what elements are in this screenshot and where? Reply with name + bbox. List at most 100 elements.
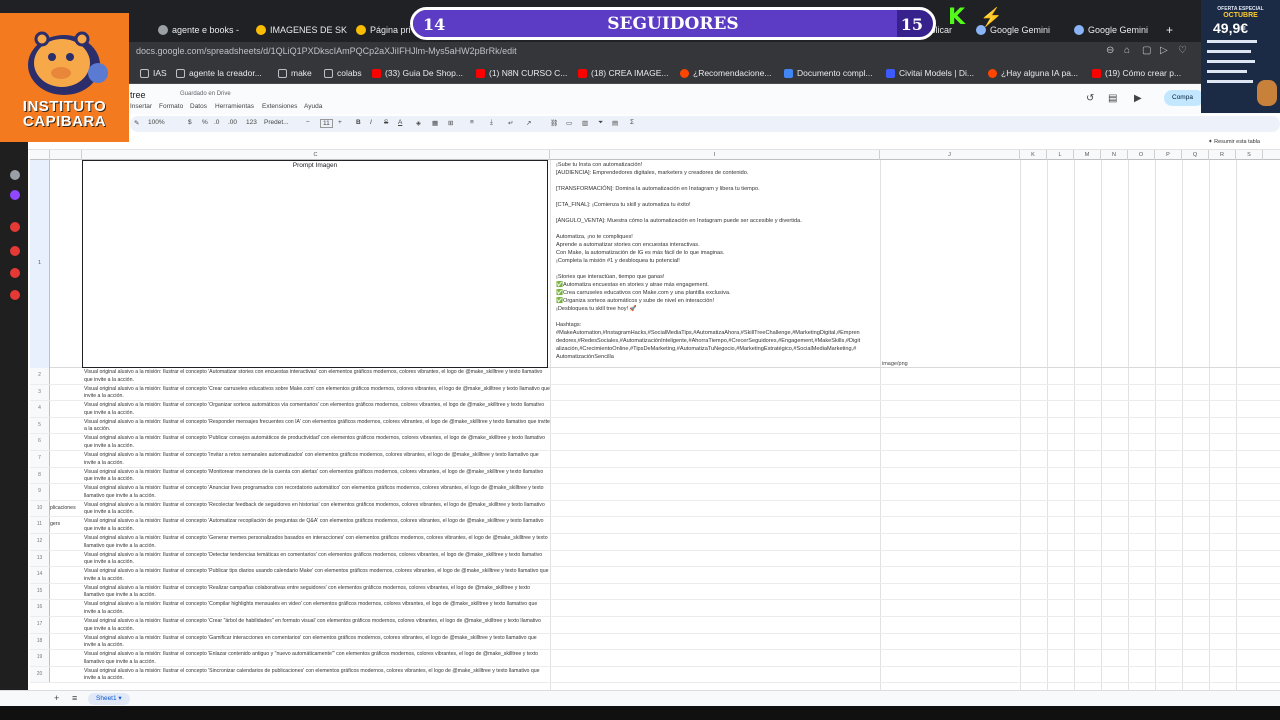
comments-icon[interactable]: ▤ (1108, 93, 1117, 104)
decrease-decimal-icon[interactable]: .0 (214, 119, 219, 126)
add-sheet-icon[interactable]: + (54, 693, 59, 703)
menu-formato[interactable]: Formato (159, 103, 183, 110)
row-number[interactable]: 6 (30, 434, 50, 450)
wrap-icon[interactable]: ↵ (508, 119, 513, 127)
merge-icon[interactable]: ⊞ (448, 119, 453, 127)
bold-icon[interactable]: B (356, 119, 361, 126)
bookmark-item[interactable]: ¿Hay alguna IA pa... (988, 68, 1078, 78)
prompt-cell[interactable]: Visual original alusivo a la misión: Ilu… (84, 435, 550, 450)
strikethrough-icon[interactable]: S (384, 119, 388, 126)
rail-icon[interactable] (10, 246, 20, 256)
browser-tab[interactable]: Página pri (356, 20, 411, 40)
row-number[interactable]: 1 (30, 160, 50, 368)
send-icon[interactable]: ▷ (1160, 45, 1168, 56)
table-row[interactable]: 7 Visual original alusivo a la misión: Il… (30, 451, 1280, 468)
corner-cell[interactable] (30, 150, 50, 160)
font-size-input[interactable]: 11 (320, 119, 333, 128)
row-number[interactable]: 11 (30, 517, 50, 533)
paint-format-icon[interactable]: ✎ (134, 119, 139, 127)
functions-icon[interactable]: Σ (630, 119, 634, 126)
document-title[interactable]: tree (130, 90, 146, 100)
column-header-c[interactable]: C (82, 150, 550, 160)
summarize-table-button[interactable]: ✦ Resumir esta tabla (1208, 139, 1260, 145)
browser-tab[interactable]: agente e books - (158, 20, 239, 40)
column-header-m[interactable]: M (1074, 150, 1101, 160)
formula-bar[interactable]: ✦ Resumir esta tabla (0, 136, 1280, 150)
row-number[interactable]: 16 (30, 600, 50, 616)
chart-icon[interactable]: ▥ (582, 119, 588, 127)
browser-tab[interactable]: IMAGENES DE SK (256, 20, 347, 40)
prompt-cell[interactable]: Visual original alusivo a la misión: Ilu… (84, 618, 550, 633)
history-icon[interactable]: ↺ (1086, 93, 1094, 104)
row-number[interactable]: 15 (30, 583, 50, 600)
prompt-cell[interactable]: Visual original alusivo a la misión: Ilu… (84, 386, 550, 401)
rail-icon[interactable] (10, 222, 20, 232)
extension-icon[interactable]: ⌂ (1124, 45, 1130, 56)
prompt-cell[interactable]: Visual original alusivo a la misión: Ilu… (84, 535, 550, 550)
prompt-cell[interactable]: Visual original alusivo a la misión: Ilu… (84, 668, 550, 683)
row-number[interactable]: 10 (30, 500, 50, 517)
filter-views-icon[interactable]: ▤ (612, 119, 618, 127)
column-header-r[interactable]: R (1209, 150, 1236, 160)
prompt-cell[interactable]: Visual original alusivo a la misión: Ilu… (84, 601, 550, 616)
comment-icon[interactable]: ▭ (566, 119, 572, 127)
text-color-icon[interactable]: A (398, 119, 402, 126)
bookmark-item[interactable]: agente la creador... (176, 68, 262, 78)
menu-insertar[interactable]: Insertar (130, 103, 152, 110)
row-number[interactable]: 19 (30, 650, 50, 666)
prompt-cell[interactable]: Visual original alusivo a la misión: Ilu… (84, 518, 550, 533)
more-formats-icon[interactable]: 123 (246, 119, 257, 126)
bookmark-item[interactable]: Civitai Models | Di... (886, 68, 974, 78)
table-row[interactable]: 15 Visual original alusivo a la misión: I… (30, 583, 1280, 601)
table-row[interactable]: 13 Visual original alusivo a la misión: I… (30, 550, 1280, 568)
currency-icon[interactable]: $ (188, 119, 192, 126)
percent-icon[interactable]: % (202, 119, 208, 126)
row-number[interactable]: 3 (30, 384, 50, 401)
table-row[interactable]: 14 Visual original alusivo a la misión: I… (30, 567, 1280, 584)
column-header-i[interactable]: I (550, 150, 880, 160)
table-row[interactable]: 16 Visual original alusivo a la misión: I… (30, 600, 1280, 617)
menu-extensiones[interactable]: Extensiones (262, 103, 297, 110)
zoom-icon[interactable]: ⊖ (1106, 45, 1114, 56)
bookmark-item[interactable]: (33) Guia De Shop... (372, 68, 463, 78)
table-row[interactable]: 3 Visual original alusivo a la misión: Il… (30, 384, 1280, 402)
column-header-p[interactable]: P (1155, 150, 1182, 160)
table-row[interactable]: 6 Visual original alusivo a la misión: Il… (30, 434, 1280, 451)
cell-a[interactable]: plicaciones (50, 505, 80, 511)
twitch-icon[interactable] (10, 190, 20, 200)
bookmark-item[interactable]: (18) CREA IMAGE... (578, 68, 668, 78)
spreadsheet-grid[interactable]: 1 Prompt Imagen ¡Sube tu Insta con autom… (30, 160, 1280, 690)
post-text-cell[interactable]: ¡Sube tu Insta con automatización! [AUDIE… (556, 161, 880, 361)
rail-icon[interactable] (10, 290, 20, 300)
table-row[interactable]: 8 Visual original alusivo a la misión: Il… (30, 467, 1280, 485)
row-number[interactable]: 2 (30, 368, 50, 384)
column-header-l[interactable]: L (1047, 150, 1074, 160)
table-row[interactable]: 1 Prompt Imagen ¡Sube tu Insta con autom… (30, 160, 1280, 368)
row-number[interactable]: 14 (30, 567, 50, 583)
italic-icon[interactable]: I (370, 119, 372, 126)
prompt-cell[interactable]: Visual original alusivo a la misión: Ilu… (84, 369, 550, 384)
selected-cell[interactable] (82, 160, 548, 368)
menu-ayuda[interactable]: Ayuda (304, 103, 322, 110)
row-number[interactable]: 9 (30, 484, 50, 500)
column-header-o[interactable]: O (1128, 150, 1155, 160)
prompt-cell[interactable]: Visual original alusivo a la misión: Ilu… (84, 502, 550, 517)
bookmark-item[interactable]: colabs (324, 68, 362, 78)
table-row[interactable]: 9 Visual original alusivo a la misión: Il… (30, 484, 1280, 501)
row-number[interactable]: 20 (30, 666, 50, 683)
row-number[interactable]: 8 (30, 467, 50, 484)
prompt-cell[interactable]: Visual original alusivo a la misión: Ilu… (84, 452, 550, 467)
row-number[interactable]: 17 (30, 617, 50, 633)
cell-a[interactable]: gers (50, 521, 80, 527)
prompt-cell[interactable]: Visual original alusivo a la misión: Ilu… (84, 651, 550, 666)
table-row[interactable]: 5 Visual original alusivo a la misión: Il… (30, 417, 1280, 435)
bookmark-item[interactable]: (19) Cómo crear p... (1092, 68, 1181, 78)
prompt-cell[interactable]: Visual original alusivo a la misión: Ilu… (84, 469, 550, 484)
bookmark-item[interactable]: make (278, 68, 312, 78)
column-header[interactable] (50, 150, 82, 160)
valign-icon[interactable]: ⤓ (490, 119, 493, 127)
fill-color-icon[interactable]: ◈ (416, 119, 421, 127)
row-number[interactable]: 4 (30, 401, 50, 417)
row-number[interactable]: 7 (30, 451, 50, 467)
bookmark-item[interactable]: (1) N8N CURSO C... (476, 68, 567, 78)
